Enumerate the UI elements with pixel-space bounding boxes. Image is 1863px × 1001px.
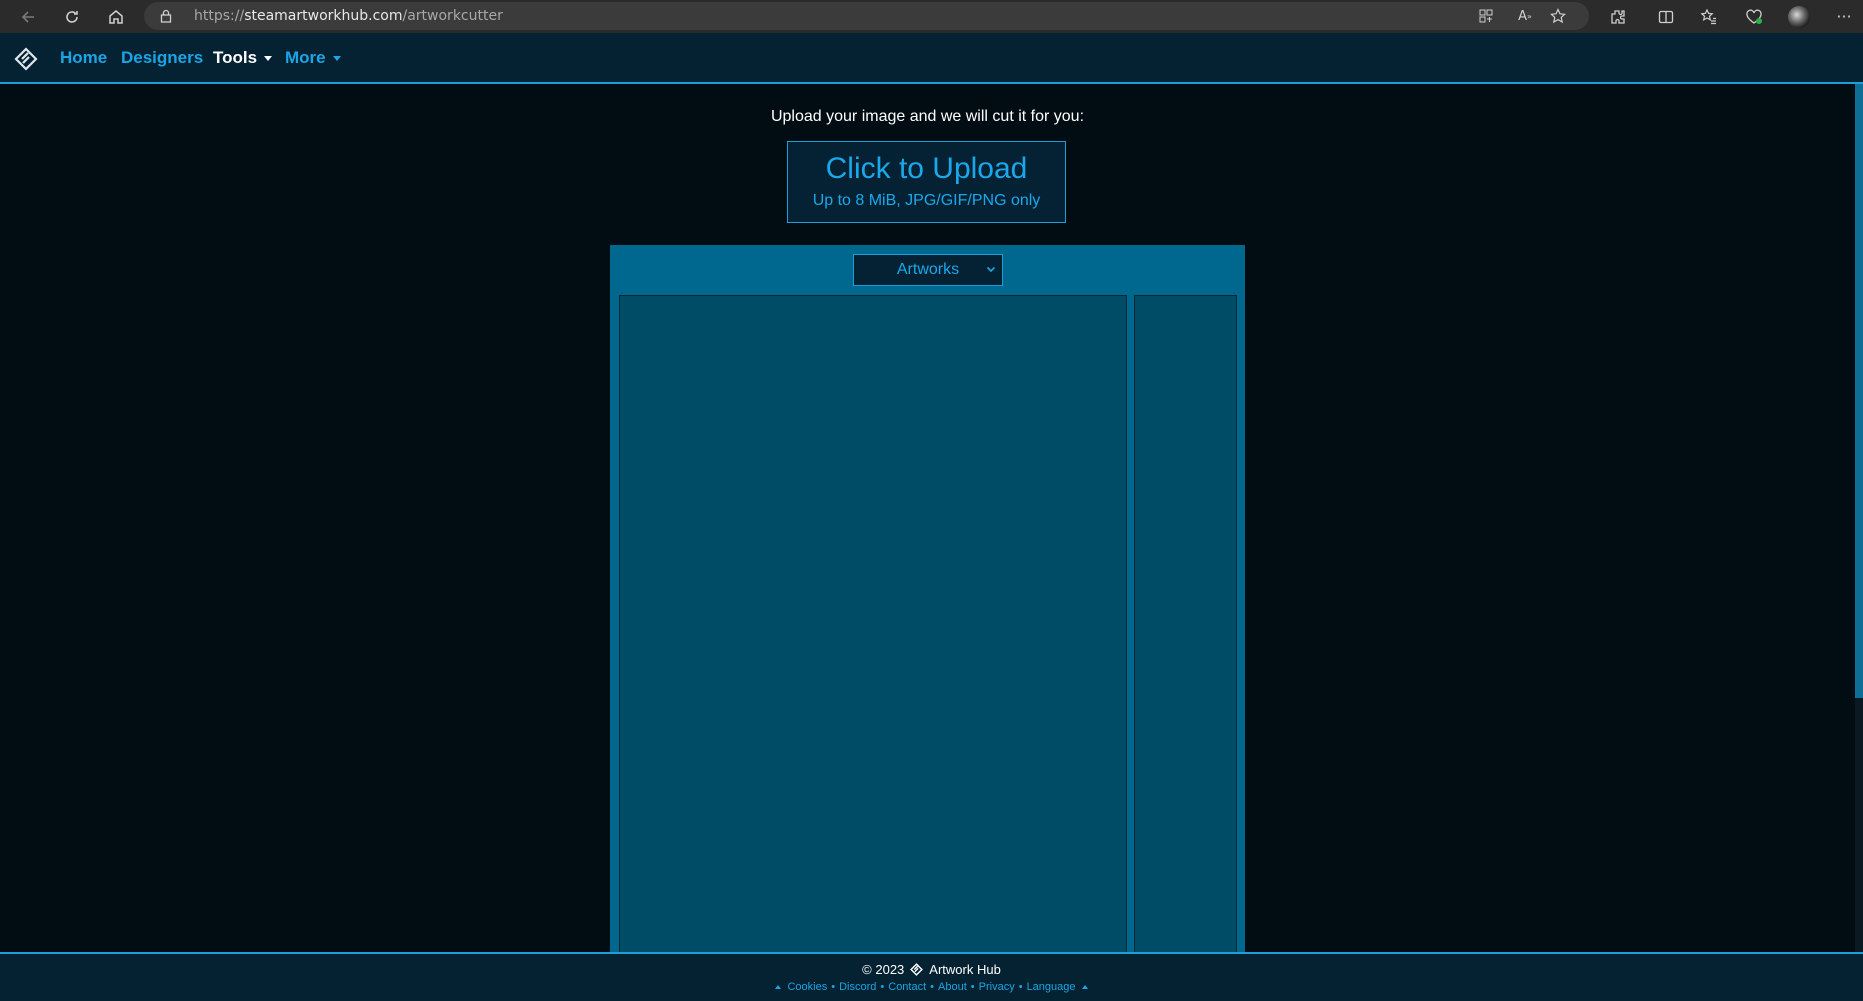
nav-home-link[interactable]: Home	[60, 33, 107, 82]
footer-links: Cookies • Discord • Contact • About • Pr…	[0, 981, 1863, 993]
separator: •	[930, 981, 935, 993]
page-scrollbar-thumb[interactable]	[1855, 84, 1863, 698]
home-icon[interactable]	[102, 0, 130, 33]
footer-link-language[interactable]: Language	[1027, 981, 1076, 993]
separator: •	[1018, 981, 1023, 993]
more-options-icon[interactable]: ···	[1830, 0, 1858, 33]
url-host: steamartworkhub.com	[244, 8, 403, 24]
site-footer: © 2023 Artwork Hub Cookies • Discord • C…	[0, 952, 1863, 1001]
browser-toolbar: https://steamartworkhub.com/artworkcutte…	[0, 0, 1863, 33]
caret-up-icon	[1081, 985, 1088, 989]
main-artwork-preview	[619, 295, 1127, 955]
url-path: /artworkcutter	[402, 8, 503, 24]
address-bar[interactable]: https://steamartworkhub.com/artworkcutte…	[144, 2, 1589, 30]
nav-designers-link[interactable]: Designers	[121, 33, 203, 82]
artwork-hub-logo-icon	[910, 963, 924, 976]
site-navbar: Home Designers Tools More	[0, 33, 1863, 84]
chevron-down-icon	[986, 266, 996, 273]
nav-more-dropdown[interactable]: More	[285, 33, 341, 82]
footer-link-cookies[interactable]: Cookies	[787, 981, 827, 993]
side-artwork-preview	[1134, 295, 1237, 955]
footer-link-discord[interactable]: Discord	[839, 981, 876, 993]
nav-more-label: More	[285, 47, 326, 67]
favorite-star-icon[interactable]	[1546, 2, 1570, 30]
read-aloud-icon[interactable]: A»	[1513, 2, 1537, 30]
copyright-text: © 2023	[862, 962, 905, 977]
copyright-line: © 2023 Artwork Hub	[0, 962, 1863, 977]
artwork-type-select[interactable]: Artworks	[853, 254, 1003, 286]
upload-instructions: Upload your image and we will cut it for…	[770, 108, 1085, 125]
cutter-panel: Artworks	[610, 245, 1245, 955]
caret-up-icon	[775, 985, 782, 989]
lock-icon	[158, 2, 174, 30]
chevron-down-icon	[332, 56, 341, 61]
upload-button-subtitle: Up to 8 MiB, JPG/GIF/PNG only	[812, 192, 1041, 209]
favorites-icon[interactable]	[1695, 0, 1723, 33]
upload-button[interactable]: Click to Upload Up to 8 MiB, JPG/GIF/PNG…	[787, 141, 1066, 223]
reload-icon[interactable]	[58, 0, 86, 33]
browser-essentials-icon[interactable]	[1740, 0, 1768, 33]
app-available-icon[interactable]	[1474, 2, 1498, 30]
separator: •	[880, 981, 885, 993]
footer-link-contact[interactable]: Contact	[888, 981, 926, 993]
separator: •	[970, 981, 975, 993]
nav-tools-dropdown[interactable]: Tools	[213, 33, 273, 82]
upload-button-title: Click to Upload	[825, 152, 1028, 185]
url-scheme: https://	[194, 8, 245, 24]
nav-tools-label: Tools	[213, 47, 258, 67]
split-screen-icon[interactable]	[1652, 0, 1680, 33]
url-text: https://steamartworkhub.com/artworkcutte…	[194, 8, 503, 24]
footer-link-privacy[interactable]: Privacy	[979, 981, 1015, 993]
footer-brand: Artwork Hub	[929, 962, 1001, 977]
chevron-down-icon	[264, 56, 273, 61]
back-icon[interactable]	[14, 0, 42, 33]
footer-link-about[interactable]: About	[938, 981, 967, 993]
artwork-hub-logo-icon[interactable]	[14, 47, 38, 71]
extensions-icon[interactable]	[1604, 0, 1632, 33]
separator: •	[831, 981, 836, 993]
profile-avatar-icon[interactable]	[1785, 0, 1813, 33]
artwork-type-select-value: Artworks	[896, 261, 960, 278]
